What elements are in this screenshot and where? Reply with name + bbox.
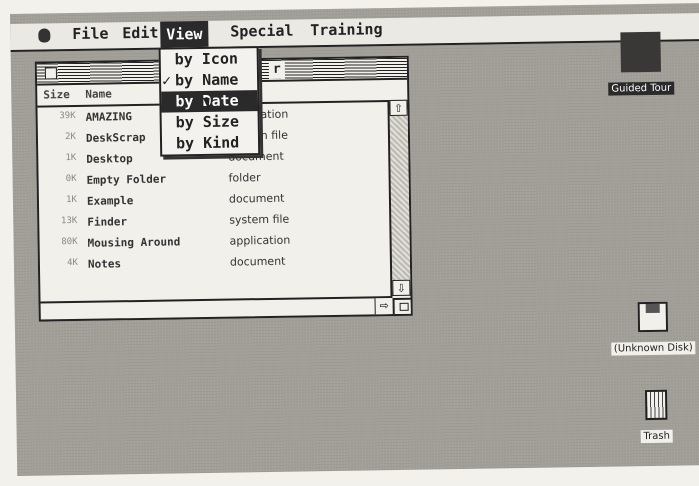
file-size: 39K bbox=[59, 110, 76, 122]
menu-item-by-icon[interactable]: by Icon bbox=[161, 48, 257, 71]
icon-label: Guided Tour bbox=[608, 81, 675, 96]
file-name: Example bbox=[86, 194, 134, 208]
header-size[interactable]: Size bbox=[43, 88, 70, 101]
file-size: 1K bbox=[66, 194, 78, 206]
view-menu-dropdown: by Icon ✓ by Name by Date by Size by Kin… bbox=[158, 46, 261, 157]
file-name: Finder bbox=[87, 215, 128, 229]
file-size: 1K bbox=[65, 152, 77, 164]
menu-item-label: by Size bbox=[175, 112, 240, 132]
desktop-icon-unknown-disk[interactable]: (Unknown Disk) bbox=[605, 301, 699, 356]
desktop-icon-guided-tour[interactable]: Guided Tour bbox=[598, 31, 683, 96]
file-size: 4K bbox=[66, 257, 78, 269]
file-size: 13K bbox=[60, 215, 78, 227]
menu-item-label: by Kind bbox=[175, 133, 240, 153]
checkmark-icon: ✓ bbox=[161, 71, 172, 90]
menu-item-label: by Name bbox=[174, 70, 239, 90]
file-name: AMAZING bbox=[85, 110, 133, 124]
menu-item-by-kind[interactable]: by Kind bbox=[162, 132, 258, 155]
menu-file[interactable]: File bbox=[72, 24, 108, 43]
apple-menu-icon[interactable] bbox=[38, 28, 51, 43]
floppy-disk-icon bbox=[637, 301, 669, 333]
file-size: 2K bbox=[65, 131, 77, 143]
icon-label: (Unknown Disk) bbox=[610, 341, 696, 356]
tour-icon bbox=[620, 31, 661, 73]
desktop-icon-trash[interactable]: Trash bbox=[632, 389, 681, 444]
menu-view[interactable]: View bbox=[160, 20, 209, 48]
icon-label: Trash bbox=[640, 429, 674, 444]
file-kind: document bbox=[228, 191, 285, 206]
menu-item-by-size[interactable]: by Size bbox=[162, 111, 258, 134]
scroll-right-arrow-icon[interactable]: ⇨ bbox=[374, 298, 393, 315]
close-box[interactable] bbox=[44, 67, 58, 80]
trash-icon bbox=[644, 389, 668, 421]
file-kind: system file bbox=[229, 212, 290, 227]
file-name: Desktop bbox=[86, 152, 133, 166]
horizontal-scrollbar[interactable]: ⇨ bbox=[40, 296, 393, 320]
menu-special[interactable]: Special bbox=[230, 22, 293, 41]
file-name: DeskScrap bbox=[85, 130, 146, 145]
file-name: Mousing Around bbox=[87, 235, 181, 250]
menu-item-by-date[interactable]: by Date bbox=[161, 90, 258, 113]
scroll-up-arrow-icon[interactable]: ⇧ bbox=[389, 99, 408, 117]
menu-training[interactable]: Training bbox=[310, 20, 383, 39]
file-kind: folder bbox=[228, 171, 261, 185]
file-size: 0K bbox=[65, 173, 77, 185]
file-kind: application bbox=[229, 233, 291, 248]
mac-desktop: File Edit View Special Training r Size N… bbox=[10, 3, 699, 476]
file-name: Empty Folder bbox=[86, 172, 167, 187]
scroll-down-arrow-icon[interactable]: ⇩ bbox=[392, 279, 411, 297]
file-size: 80K bbox=[61, 236, 78, 248]
menu-item-by-name[interactable]: ✓ by Name bbox=[161, 69, 257, 92]
list-item[interactable]: 4K Notes document bbox=[40, 251, 390, 277]
menu-edit[interactable]: Edit bbox=[122, 24, 158, 43]
size-box-icon[interactable] bbox=[392, 297, 411, 315]
window-title: r bbox=[268, 60, 285, 79]
file-kind: document bbox=[229, 254, 286, 269]
header-name[interactable]: Name bbox=[85, 87, 112, 100]
menu-item-label: by Icon bbox=[174, 49, 239, 69]
vertical-scrollbar[interactable]: ⇧ ⇩ bbox=[387, 99, 411, 297]
file-name: Notes bbox=[87, 257, 122, 271]
menu-bar: File Edit View Special Training bbox=[10, 13, 699, 52]
